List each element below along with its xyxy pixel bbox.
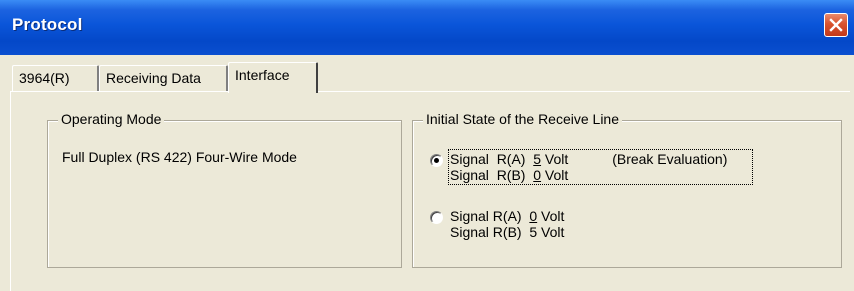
signal-rb-label: Signal R(B) [450,167,534,183]
option-1-line-1: Signal R(A) 5 Volt (Break Evaluation) [450,151,751,167]
radio-option-0v[interactable] [430,211,443,224]
operating-mode-group: Operating Mode Full Duplex (RS 422) Four… [47,111,402,268]
operating-mode-title: Operating Mode [58,111,165,127]
tab-panel-interface: Operating Mode Full Duplex (RS 422) Four… [10,91,850,291]
signal-ra-label: Signal R(A) [450,151,534,167]
title-bar[interactable]: Protocol [0,0,854,55]
break-evaluation-note: (Break Evaluation) [612,151,728,167]
signal-ra-value: 5 [533,151,542,167]
signal-ra-label: Signal R(A) [450,208,530,224]
signal-ra-unit: Volt [541,151,569,167]
signal-rb-unit: Volt [541,167,569,183]
receive-line-title: Initial State of the Receive Line [423,111,623,127]
signal-rb-label: Signal R(B) [450,224,530,240]
option-1-line-2: Signal R(B) 0 Volt [450,167,751,183]
close-icon [829,18,843,32]
tab-receiving-data[interactable]: Receiving Data [99,65,228,91]
signal-rb-value: 5 [529,224,538,240]
option-0v-label[interactable]: Signal R(A) 0 Volt Signal R(B) 5 Volt [450,208,564,240]
tab-3964r[interactable]: 3964(R) [12,65,99,91]
operating-mode-value: Full Duplex (RS 422) Four-Wire Mode [62,149,297,165]
radio-option-5v-break[interactable] [430,154,443,167]
window-title: Protocol [12,15,83,34]
signal-ra-value: 0 [529,208,538,224]
option-2-line-1: Signal R(A) 0 Volt [450,208,564,224]
tab-interface[interactable]: Interface [228,62,318,93]
receive-line-group: Initial State of the Receive Line Signal… [412,111,842,268]
tab-label: Receiving Data [106,70,201,86]
signal-ra-unit: Volt [537,208,565,224]
signal-rb-value: 0 [533,167,542,183]
signal-rb-unit: Volt [537,224,565,240]
protocol-dialog: Protocol 3964(R) Receiving Data Interfac… [0,0,854,291]
option-2-line-2: Signal R(B) 5 Volt [450,224,564,240]
tab-label: 3964(R) [19,70,70,86]
option-5v-break-label[interactable]: Signal R(A) 5 Volt (Break Evaluation) Si… [448,149,753,185]
tab-label: Interface [235,67,290,83]
close-button[interactable] [824,13,848,37]
